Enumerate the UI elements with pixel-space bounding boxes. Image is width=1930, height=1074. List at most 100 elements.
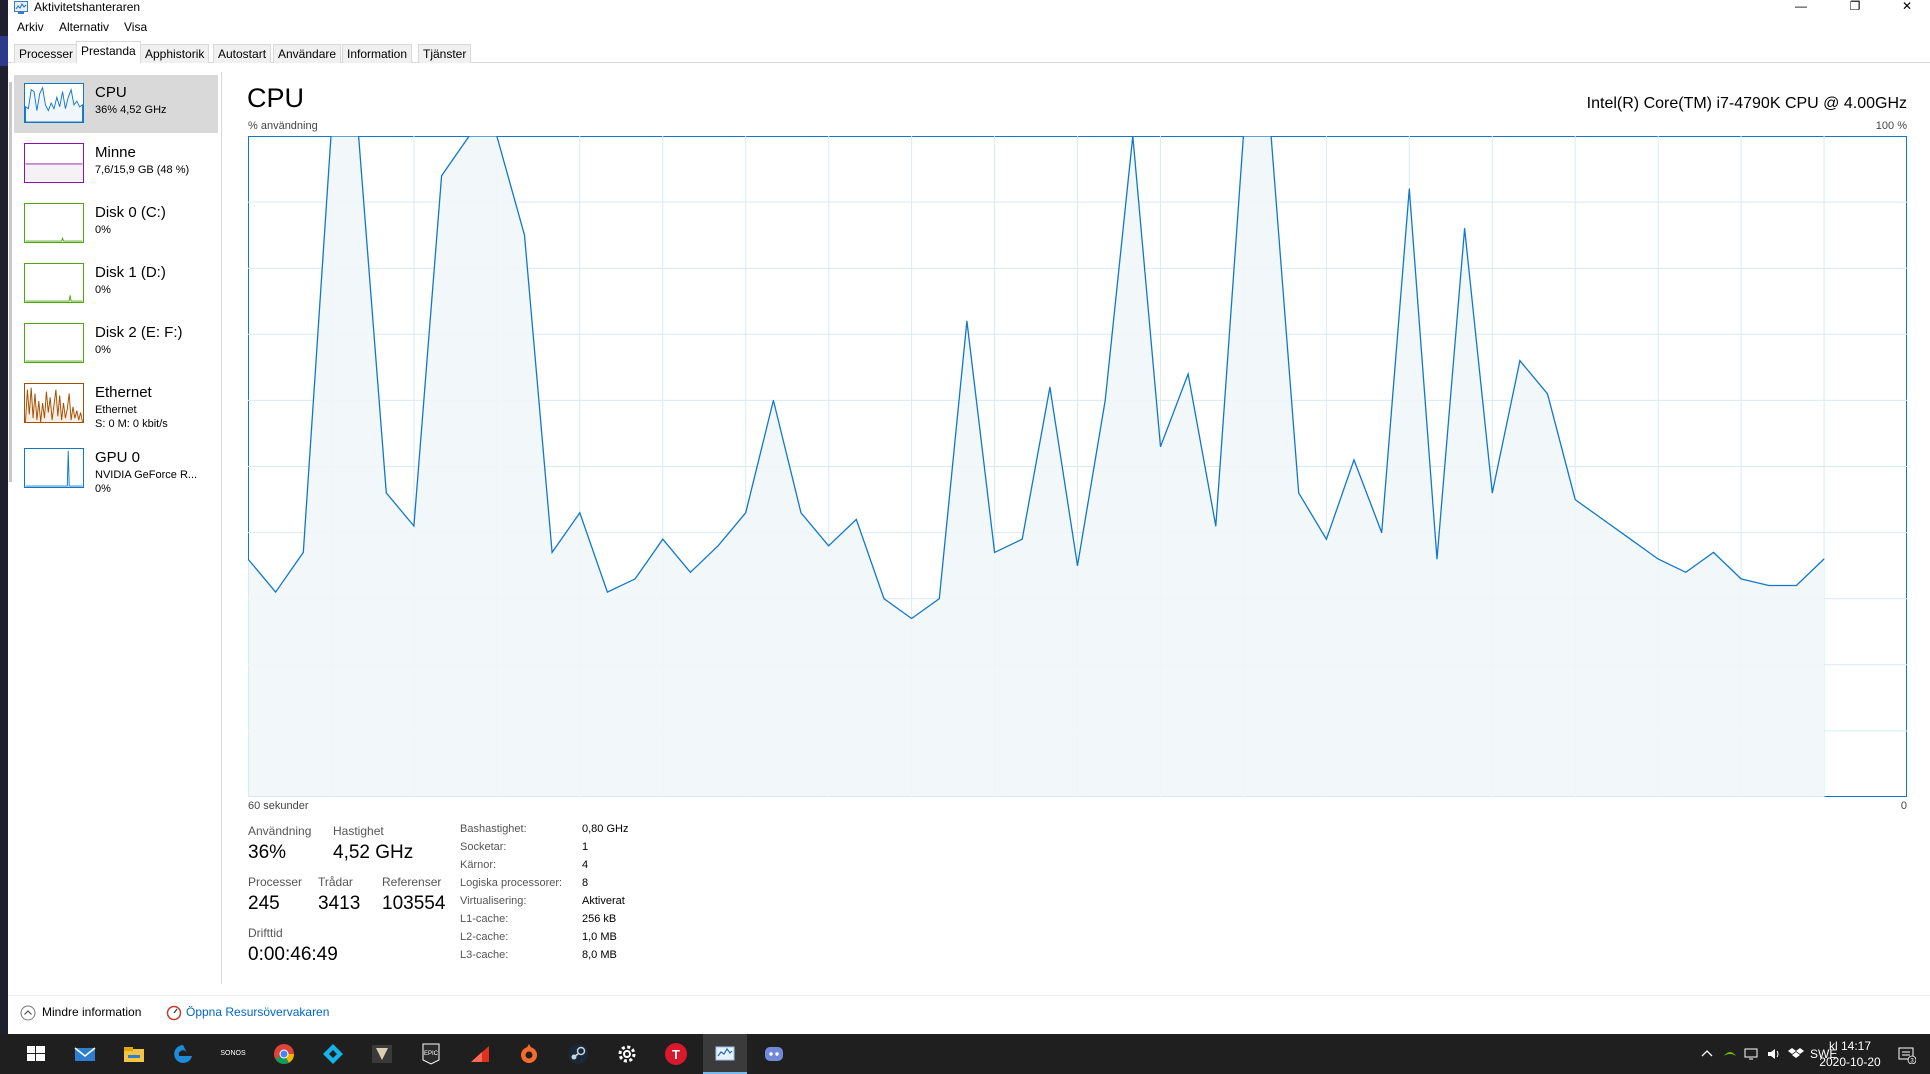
minimize-button[interactable]: — — [1778, 0, 1824, 14]
detail-key: Virtualisering: — [460, 895, 527, 907]
file-explorer-icon[interactable] — [122, 1042, 146, 1066]
cpu-usage-point — [302, 551, 304, 553]
tab-prestanda[interactable]: Prestanda — [76, 41, 141, 63]
network-icon[interactable] — [1744, 1046, 1760, 1062]
settings-gear-icon[interactable] — [615, 1042, 639, 1066]
cpu-usage-point — [1823, 558, 1825, 560]
cpu-usage-point — [994, 551, 996, 553]
tab-information[interactable]: Information — [342, 44, 413, 63]
cpu-usage-point — [1021, 538, 1023, 540]
sidebar-item-ethernet[interactable]: Ethernet Ethernet S: 0 M: 0 kbit/s — [14, 375, 218, 433]
taskbar: SONOS EPIC T SWE 3 kl 14:17 2020-10-20 — [0, 1034, 1930, 1074]
tab-strip: Processer Prestanda Apphistorik Autostar… — [8, 41, 1930, 63]
window-title: Aktivitetshanteraren — [34, 0, 141, 14]
tab-apphistorik[interactable]: Apphistorik — [140, 44, 210, 63]
cpu-usage-point — [745, 512, 747, 514]
fewer-details-link[interactable]: Mindre information — [20, 1005, 141, 1021]
detail-value: 256 kB — [582, 913, 617, 925]
cpu-usage-point — [800, 512, 802, 514]
nvidia-icon[interactable] — [1722, 1046, 1738, 1062]
clock-time: kl 14:17 — [1828, 1039, 1872, 1053]
y-axis-max: 100 % — [1875, 120, 1907, 132]
cpu-usage-point — [883, 598, 885, 600]
sidebar-item-memory[interactable]: Minne 7,6/15,9 GB (48 %) — [14, 135, 218, 193]
sidebar-ethernet-rate: S: 0 M: 0 kbit/s — [95, 418, 168, 430]
menu-arkiv[interactable]: Arkiv — [17, 20, 44, 34]
tab-processer[interactable]: Processer — [14, 44, 79, 63]
threads-label: Trådar — [318, 875, 353, 889]
cpu-usage-point — [1298, 492, 1300, 494]
cpu-usage-point — [1049, 386, 1051, 388]
sidebar-item-cpu[interactable]: CPU 36% 4,52 GHz — [14, 75, 218, 133]
clock[interactable]: kl 14:17 2020-10-20 — [1815, 1038, 1885, 1070]
memory-mini-graph — [24, 143, 84, 183]
cpu-usage-point — [441, 175, 443, 177]
tab-autostart[interactable]: Autostart — [213, 44, 272, 63]
sidebar-ethernet-adapter: Ethernet — [95, 404, 137, 416]
sidebar-item-disk0[interactable]: Disk 0 (C:) 0% — [14, 195, 218, 253]
chrome-icon[interactable] — [272, 1042, 296, 1066]
detail-key: Socketar: — [460, 841, 507, 853]
close-button[interactable]: ✕ — [1884, 0, 1930, 14]
steam-icon[interactable] — [566, 1042, 590, 1066]
sidebar-disk1-value: 0% — [95, 284, 111, 296]
menu-alternativ[interactable]: Alternativ — [59, 20, 109, 34]
sidebar-item-gpu[interactable]: GPU 0 NVIDIA GeForce R... 0% — [14, 440, 218, 498]
mail-icon[interactable] — [73, 1042, 97, 1066]
sidebar-cpu-value: 36% 4,52 GHz — [95, 104, 167, 116]
cpu-usage-point — [1519, 360, 1521, 362]
detail-key: L1-cache: — [460, 913, 509, 925]
detail-key: L3-cache: — [460, 949, 509, 961]
dropbox-icon[interactable] — [1788, 1046, 1804, 1062]
cpu-usage-point — [1547, 393, 1549, 395]
cpu-usage-point — [413, 525, 415, 527]
kodi-icon[interactable] — [321, 1042, 345, 1066]
cpu-usage-point — [1740, 578, 1742, 580]
sidebar-gpu-name: GPU 0 — [95, 449, 141, 466]
chevron-up-icon[interactable] — [1700, 1047, 1714, 1061]
restore-button[interactable]: ❐ — [1832, 0, 1878, 14]
volume-icon[interactable] — [1766, 1046, 1782, 1062]
scrollbar-thumb[interactable] — [9, 82, 12, 482]
resource-monitor-icon — [166, 1005, 182, 1021]
disk0-mini-graph — [24, 203, 84, 243]
detail-key: Kärnor: — [460, 859, 497, 871]
task-manager-icon — [14, 1, 28, 14]
gta-icon[interactable] — [370, 1042, 394, 1066]
menu-visa[interactable]: Visa — [124, 20, 147, 34]
clock-date: 2020-10-20 — [1819, 1055, 1881, 1069]
gpu-mini-graph — [24, 448, 84, 488]
cpu-usage-point — [662, 538, 664, 540]
sidebar-item-disk1[interactable]: Disk 1 (D:) 0% — [14, 255, 218, 313]
cpu-usage-point — [1768, 584, 1770, 586]
notification-icon[interactable]: 3 — [1898, 1046, 1916, 1064]
sidebar-item-disk2[interactable]: Disk 2 (E: F:) 0% — [14, 315, 218, 373]
cpu-usage-point — [524, 234, 525, 236]
sidebar-gpu-model: NVIDIA GeForce R... — [95, 469, 198, 481]
cpu-usage-point — [911, 618, 913, 620]
open-resource-monitor-link[interactable]: Öppna Resursövervakaren — [166, 1005, 329, 1021]
red-app-icon[interactable] — [468, 1042, 492, 1066]
t-app-icon[interactable]: T — [664, 1042, 688, 1066]
cpu-usage-point — [1381, 532, 1383, 534]
edge-icon[interactable] — [171, 1042, 195, 1066]
task-manager-taskbar-icon[interactable] — [713, 1042, 737, 1066]
threads-value: 3413 — [318, 893, 361, 914]
sonos-icon[interactable]: SONOS — [218, 1042, 248, 1066]
disk2-mini-graph — [24, 323, 84, 363]
sidebar-ethernet-name: Ethernet — [95, 384, 152, 401]
tab-anvandare[interactable]: Användare — [273, 44, 342, 63]
footer-bar: Mindre information Öppna Resursövervakar… — [8, 995, 1930, 1025]
epic-games-icon[interactable]: EPIC — [419, 1042, 443, 1066]
cpu-usage-point — [634, 578, 636, 580]
processes-label: Processer — [248, 875, 303, 889]
windows-start-icon[interactable] — [24, 1042, 48, 1066]
discord-icon[interactable] — [762, 1042, 786, 1066]
cpu-usage-point — [1187, 373, 1189, 375]
sidebar-disk2-value: 0% — [95, 344, 111, 356]
t-app-text: T — [672, 1047, 680, 1062]
sidebar-disk2-name: Disk 2 (E: F:) — [95, 324, 183, 341]
tab-tjanster[interactable]: Tjänster — [418, 44, 472, 63]
origin-icon[interactable] — [517, 1042, 541, 1066]
cpu-usage-point — [1630, 538, 1631, 540]
